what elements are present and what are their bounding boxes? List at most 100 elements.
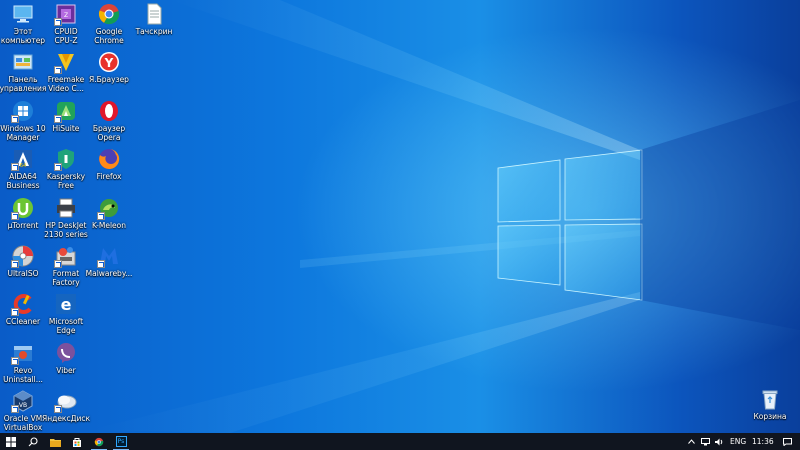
desktop-icon-hisuite[interactable]: HiSuite: [42, 99, 90, 134]
volume-button[interactable]: [712, 433, 726, 450]
shortcut-arrow-icon: [97, 260, 105, 268]
desktop-icon-edge[interactable]: e Microsoft Edge: [42, 292, 90, 335]
desktop-icon-control-panel[interactable]: Панель управления: [0, 50, 47, 93]
desktop-icon-label: Freemake Video C...: [47, 75, 85, 93]
desktop-icon-label: HP DeskJet 2130 series: [44, 221, 88, 239]
hisuite-icon: [54, 99, 78, 123]
yandex-browser-icon: Y: [97, 50, 121, 74]
desktop-icon-aida64[interactable]: 64 AIDA64 Business: [0, 147, 47, 190]
cpuz-icon: Z: [54, 2, 78, 26]
opera-icon: [97, 99, 121, 123]
notification-icon: [782, 437, 792, 446]
desktop-icon-viber[interactable]: Viber: [42, 341, 90, 376]
desktop-icon-label: Этот компьютер: [0, 27, 46, 45]
aida64-icon: 64: [11, 147, 35, 171]
desktop-icon-label: µTorrent: [7, 221, 39, 230]
desktop-icon-label: Microsoft Edge: [48, 317, 84, 335]
start-button[interactable]: [0, 433, 22, 450]
svg-text:Y: Y: [104, 56, 114, 70]
desktop-icon-ultraiso[interactable]: UltraISO: [0, 244, 47, 279]
ccleaner-icon: [11, 292, 35, 316]
language-indicator[interactable]: ENG: [730, 437, 746, 446]
shortcut-arrow-icon: [97, 212, 105, 220]
chrome-icon: [94, 437, 104, 447]
text-file-icon: [142, 2, 166, 26]
shortcut-arrow-icon: [11, 163, 19, 171]
clock[interactable]: 11:36: [752, 437, 774, 446]
desktop-icon-ccleaner[interactable]: CCleaner: [0, 292, 47, 327]
desktop-icon-label: K-Meleon: [92, 221, 126, 230]
desktop-icon-virtualbox[interactable]: VB Oracle VM VirtualBox: [0, 389, 47, 432]
edge-icon: e: [54, 292, 78, 316]
desktop-icon-label: Я.Браузер: [89, 75, 129, 84]
yandex-disk-icon: [54, 389, 78, 413]
desktop-icon-label: CPUID CPU-Z: [54, 27, 78, 45]
desktop-icon-label: Revo Uninstall...: [3, 366, 43, 384]
k-meleon-icon: [97, 196, 121, 220]
desktop-icon-tachskrin[interactable]: Тачскрин: [130, 2, 178, 37]
search-icon: [28, 436, 38, 447]
desktop-icon-opera[interactable]: Браузер Opera: [85, 99, 133, 142]
recycle-bin-icon: [758, 387, 782, 411]
desktop-icon-label: CCleaner: [5, 317, 41, 326]
firefox-icon: [97, 147, 121, 171]
windows10-manager-icon: [11, 99, 35, 123]
desktop-icon-hp-deskjet[interactable]: HP DeskJet 2130 series: [42, 196, 90, 239]
svg-text:e: e: [61, 295, 72, 314]
viber-icon: [54, 341, 78, 365]
desktop-icon-firefox[interactable]: Firefox: [85, 147, 133, 182]
format-factory-icon: [54, 244, 78, 268]
shortcut-arrow-icon: [54, 163, 62, 171]
desktop-icon-utorrent[interactable]: µTorrent: [0, 196, 47, 231]
desktop-icon-label: Тачскрин: [135, 27, 173, 36]
desktop-icon-label: Kaspersky Free: [46, 172, 86, 190]
desktop-wallpaper[interactable]: Этот компьютер Панель управления Windows…: [0, 0, 800, 433]
taskbar-chrome[interactable]: [88, 433, 110, 450]
desktop-icon-chrome[interactable]: Google Chrome: [85, 2, 133, 45]
network-button[interactable]: [698, 433, 712, 450]
shortcut-arrow-icon: [54, 260, 62, 268]
windows-start-icon: [6, 436, 16, 447]
desktop-icon-yandex-disk[interactable]: ЯндексДиск: [42, 389, 90, 424]
desktop-icon-revo-uninstaller[interactable]: Revo Uninstall...: [0, 341, 47, 384]
hp-printer-icon: [54, 196, 78, 220]
desktop-icon-kaspersky[interactable]: Kaspersky Free: [42, 147, 90, 190]
desktop-icon-malwarebytes[interactable]: Malwareby...: [85, 244, 133, 279]
desktop-icon-yandex-browser[interactable]: Y Я.Браузер: [85, 50, 133, 85]
desktop-icon-freemake[interactable]: Freemake Video C...: [42, 50, 90, 93]
desktop-icon-cpuz[interactable]: Z CPUID CPU-Z: [42, 2, 90, 45]
desktop-icon-windows10-manager[interactable]: Windows 10 Manager: [0, 99, 47, 142]
svg-text:VB: VB: [19, 402, 27, 409]
desktop-icon-label: Браузер Opera: [92, 124, 126, 142]
desktop-icon-label: Google Chrome: [94, 27, 124, 45]
shortcut-arrow-icon: [11, 212, 19, 220]
taskbar-file-explorer[interactable]: [44, 433, 66, 450]
desktop-icon-label: Malwareby...: [85, 269, 133, 278]
revo-uninstaller-icon: [11, 341, 35, 365]
desktop-icon-label: UltraISO: [7, 269, 39, 278]
photoshop-icon: Ps: [115, 436, 127, 447]
svg-text:Z: Z: [64, 12, 68, 19]
notification-center-button[interactable]: [778, 433, 796, 450]
desktop-icon-this-pc[interactable]: Этот компьютер: [0, 2, 47, 45]
shortcut-arrow-icon: [11, 308, 19, 316]
network-icon: [700, 437, 710, 446]
desktop-icon-label: ЯндексДиск: [42, 414, 90, 423]
virtualbox-icon: VB: [11, 389, 35, 413]
desktop-icon-label: HiSuite: [52, 124, 80, 133]
show-hidden-icons-button[interactable]: [684, 433, 698, 450]
kaspersky-icon: [54, 147, 78, 171]
desktop-icon-label: Viber: [56, 366, 76, 375]
desktop-icon-recycle-bin[interactable]: Корзина: [746, 387, 794, 422]
desktop-icon-k-meleon[interactable]: K-Meleon: [85, 196, 133, 231]
taskbar-photoshop[interactable]: Ps: [110, 433, 132, 450]
desktop-icon-label: Windows 10 Manager: [0, 124, 46, 142]
ultraiso-icon: [11, 244, 35, 268]
file-explorer-icon: [49, 437, 61, 447]
taskbar-store[interactable]: [66, 433, 88, 450]
desktop-icon-format-factory[interactable]: Format Factory: [42, 244, 90, 287]
shortcut-arrow-icon: [11, 357, 19, 365]
search-button[interactable]: [22, 433, 44, 450]
shortcut-arrow-icon: [11, 115, 19, 123]
taskbar[interactable]: Ps ENG 11:36: [0, 433, 800, 450]
